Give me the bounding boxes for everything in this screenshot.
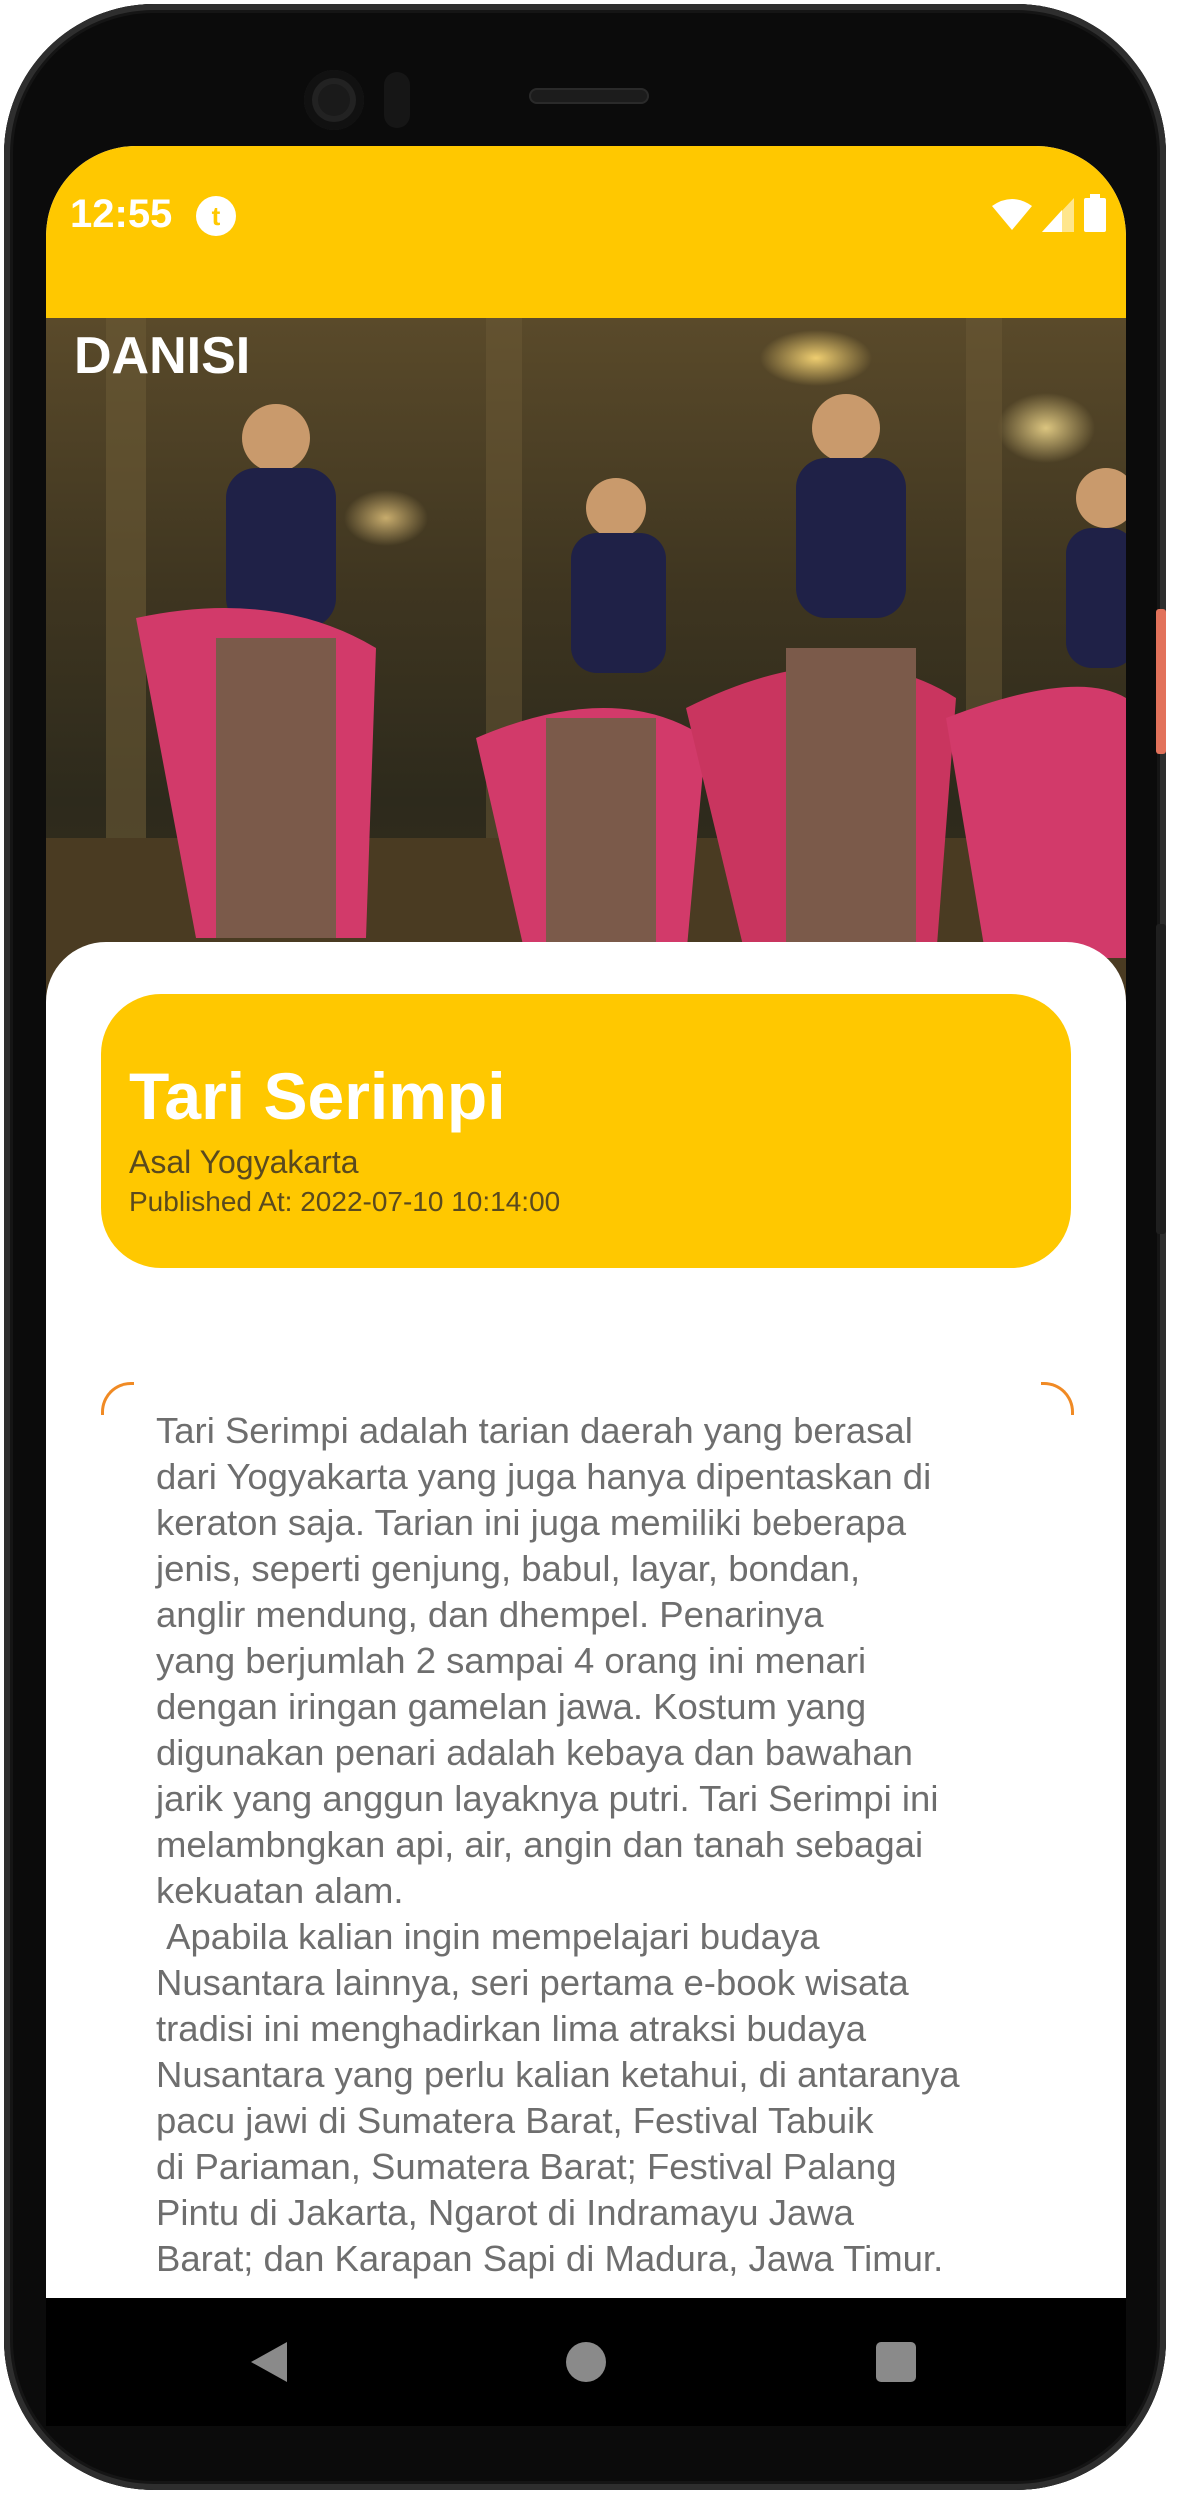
detail-sheet: Tari Serimpi Asal Yogyakarta Published A… (46, 942, 1126, 2298)
notification-app-icon: t (196, 196, 236, 236)
front-camera (304, 70, 364, 130)
home-icon[interactable] (566, 2342, 606, 2382)
navigation-bar (46, 2298, 1126, 2426)
signal-icon (1042, 198, 1074, 232)
back-icon[interactable] (251, 2342, 287, 2382)
volume-button[interactable] (1156, 924, 1166, 1234)
wifi-icon (992, 199, 1032, 230)
earpiece-speaker (529, 88, 649, 104)
recents-icon[interactable] (876, 2342, 916, 2382)
dance-origin: Asal Yogyakarta (129, 1144, 359, 1180)
power-button[interactable] (1156, 609, 1166, 754)
hero-image: DANISI (46, 318, 1126, 1008)
battery-icon (1084, 194, 1106, 232)
status-bar: 12:55 t (46, 146, 1126, 318)
info-card: Tari Serimpi Asal Yogyakarta Published A… (101, 994, 1071, 1268)
description-frame-right-corner (1041, 1382, 1074, 1415)
app-screen: 12:55 t DANISI Tari Serimpi Asal Yogyaka… (46, 146, 1126, 2298)
hero-title: DANISI (74, 327, 251, 385)
dance-title: Tari Serimpi (129, 1059, 506, 1133)
description-text: Tari Serimpi adalah tarian daerah yang b… (156, 1410, 960, 2279)
published-date: Published At: 2022-07-10 10:14:00 (129, 1186, 561, 1217)
dancers-photo (46, 318, 1126, 1008)
proximity-sensor (384, 72, 410, 128)
description-frame-left-corner (101, 1382, 134, 1415)
status-time: 12:55 (70, 192, 173, 236)
status-icons (992, 194, 1106, 232)
